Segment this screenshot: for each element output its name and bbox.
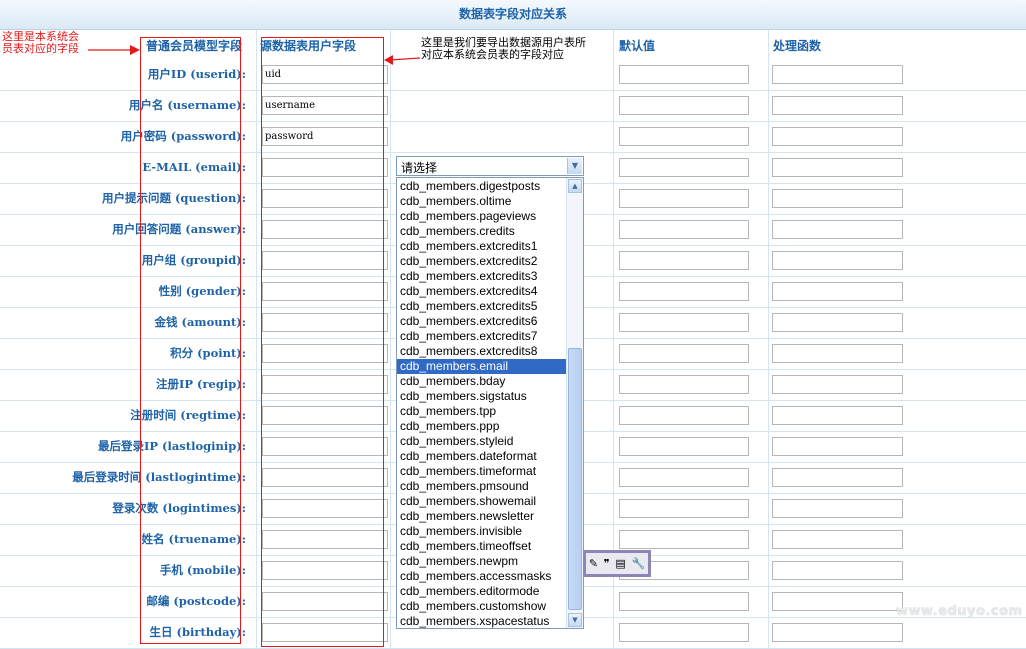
select-option[interactable]: cdb_members.dateformat xyxy=(397,449,567,464)
select-option[interactable]: cdb_members.extcredits7 xyxy=(397,329,567,344)
select-option[interactable]: cdb_members.xspacestatus xyxy=(397,614,567,628)
select-option[interactable]: cdb_members.email xyxy=(397,359,567,374)
select-option[interactable]: cdb_members.extcredits8 xyxy=(397,344,567,359)
default-value-input[interactable] xyxy=(619,623,749,642)
handler-function-input[interactable] xyxy=(772,127,903,146)
annotation-box-source-fields xyxy=(261,37,384,647)
select-option[interactable]: cdb_members.accessmasks xyxy=(397,569,567,584)
select-options-list[interactable]: cdb_members.digestposts cdb_members.oltim… xyxy=(396,177,584,629)
default-value-input[interactable] xyxy=(619,499,749,518)
select-option[interactable]: cdb_members.extcredits1 xyxy=(397,239,567,254)
select-option[interactable]: cdb_members.newpm xyxy=(397,554,567,569)
arrow-left-head xyxy=(130,45,140,55)
handler-function-input[interactable] xyxy=(772,251,903,270)
default-value-input[interactable] xyxy=(619,65,749,84)
page-title: 数据表字段对应关系 xyxy=(0,0,1026,30)
select-option[interactable]: cdb_members.invisible xyxy=(397,524,567,539)
select-option[interactable]: cdb_members.timeformat xyxy=(397,464,567,479)
default-value-input[interactable] xyxy=(619,592,749,611)
default-value-input[interactable] xyxy=(619,344,749,363)
handler-function-input[interactable] xyxy=(772,282,903,301)
select-option[interactable]: cdb_members.styleid xyxy=(397,434,567,449)
select-option[interactable]: cdb_members.newsletter xyxy=(397,509,567,524)
select-option[interactable]: cdb_members.digestposts xyxy=(397,179,567,194)
select-option[interactable]: cdb_members.extcredits6 xyxy=(397,314,567,329)
quote-icon[interactable]: ❞ xyxy=(604,557,610,570)
handler-function-input[interactable] xyxy=(772,158,903,177)
default-value-input[interactable] xyxy=(619,251,749,270)
handler-function-input[interactable] xyxy=(772,530,903,549)
annotation-text: 对应本系统会员表的字段对应 xyxy=(421,48,564,61)
select-option[interactable]: cdb_members.extcredits2 xyxy=(397,254,567,269)
select-option[interactable]: cdb_members.pageviews xyxy=(397,209,567,224)
select-option[interactable]: cdb_members.editormode xyxy=(397,584,567,599)
watermark: www.eduyo.com xyxy=(896,604,1023,619)
select-option[interactable]: cdb_members.showemail xyxy=(397,494,567,509)
select-option[interactable]: cdb_members.ppp xyxy=(397,419,567,434)
default-value-input[interactable] xyxy=(619,313,749,332)
chevron-down-icon[interactable]: ▼ xyxy=(567,158,582,174)
select-option[interactable]: cdb_members.bday xyxy=(397,374,567,389)
annotation-box-model-fields xyxy=(140,37,241,644)
select-option[interactable]: cdb_members.customshow xyxy=(397,599,567,614)
default-value-input[interactable] xyxy=(619,127,749,146)
select-option[interactable]: cdb_members.timeoffset xyxy=(397,539,567,554)
scroll-up-icon[interactable]: ▲ xyxy=(568,179,582,193)
annotation-text: 员表对应的字段 xyxy=(2,42,79,55)
handler-function-input[interactable] xyxy=(772,592,903,611)
select-option[interactable]: cdb_members.extcredits4 xyxy=(397,284,567,299)
handler-function-input[interactable] xyxy=(772,437,903,456)
handler-function-input[interactable] xyxy=(772,313,903,332)
handler-function-input[interactable] xyxy=(772,561,903,580)
handler-function-input[interactable] xyxy=(772,220,903,239)
wrench-icon[interactable]: 🔧 xyxy=(631,557,645,570)
table-icon[interactable]: ▤ xyxy=(615,557,625,570)
handler-function-input[interactable] xyxy=(772,375,903,394)
header-handler: 处理函数 xyxy=(773,39,822,53)
default-value-input[interactable] xyxy=(619,220,749,239)
default-value-input[interactable] xyxy=(619,437,749,456)
handler-function-input[interactable] xyxy=(772,96,903,115)
select-option[interactable]: cdb_members.credits xyxy=(397,224,567,239)
default-value-input[interactable] xyxy=(619,158,749,177)
annotation-left: 这里是本系统会 员表对应的字段 xyxy=(2,31,79,55)
handler-function-input[interactable] xyxy=(772,189,903,208)
handler-function-input[interactable] xyxy=(772,623,903,642)
select-option[interactable]: cdb_members.tpp xyxy=(397,404,567,419)
scrollbar-thumb[interactable] xyxy=(568,348,582,610)
handler-function-input[interactable] xyxy=(772,499,903,518)
select-placeholder: 请选择 xyxy=(401,161,438,175)
select-option[interactable]: cdb_members.extcredits3 xyxy=(397,269,567,284)
editor-toolbar: ✎ ❞ ▤ 🔧 xyxy=(583,550,651,577)
default-value-input[interactable] xyxy=(619,530,749,549)
scrollbar[interactable]: ▲ ▼ xyxy=(566,178,583,628)
default-value-input[interactable] xyxy=(619,96,749,115)
default-value-input[interactable] xyxy=(619,468,749,487)
default-value-input[interactable] xyxy=(619,406,749,425)
default-value-input[interactable] xyxy=(619,282,749,301)
default-value-input[interactable] xyxy=(619,375,749,394)
select-option[interactable]: cdb_members.pmsound xyxy=(397,479,567,494)
handler-function-input[interactable] xyxy=(772,406,903,425)
scroll-down-icon[interactable]: ▼ xyxy=(568,613,582,627)
select-option[interactable]: cdb_members.oltime xyxy=(397,194,567,209)
select-option[interactable]: cdb_members.sigstatus xyxy=(397,389,567,404)
eraser-icon[interactable]: ✎ xyxy=(589,557,598,570)
handler-function-input[interactable] xyxy=(772,468,903,487)
default-value-input[interactable] xyxy=(619,189,749,208)
annotation-right: 这里是我们要导出数据源用户表所 对应本系统会员表的字段对应 xyxy=(421,37,586,61)
select-option[interactable]: cdb_members.extcredits5 xyxy=(397,299,567,314)
handler-function-input[interactable] xyxy=(772,344,903,363)
handler-function-input[interactable] xyxy=(772,65,903,84)
header-default-value: 默认值 xyxy=(619,39,656,53)
source-field-select[interactable]: 请选择 ▼ xyxy=(396,156,584,176)
